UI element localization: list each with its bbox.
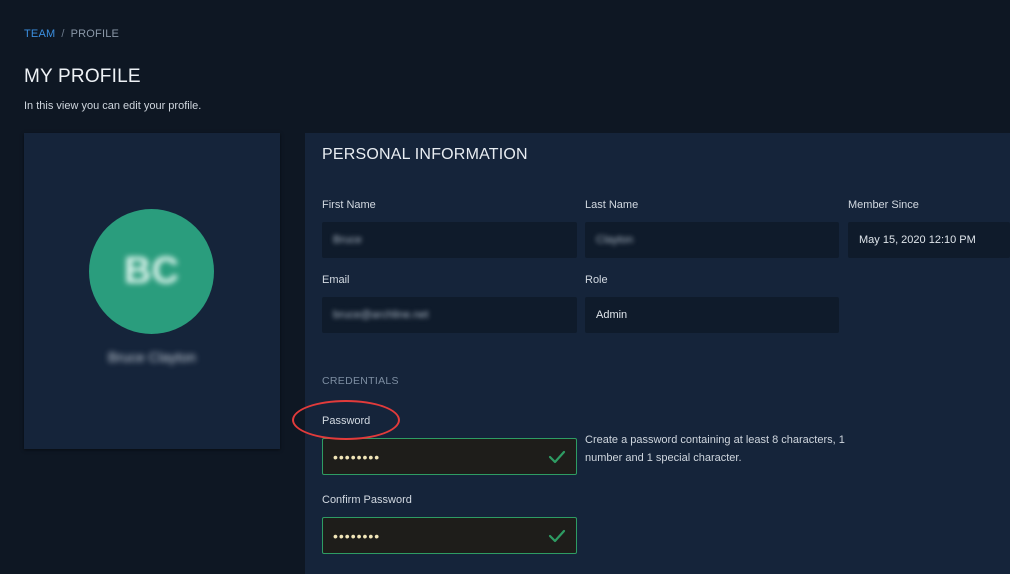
breadcrumb-separator: / xyxy=(61,28,65,40)
card-title: PERSONAL INFORMATION xyxy=(322,146,528,163)
last-name-value: Clayton xyxy=(596,234,634,246)
first-name-field[interactable]: Bruce xyxy=(322,222,577,258)
member-since-value: May 15, 2020 12:10 PM xyxy=(859,234,976,246)
role-value: Admin xyxy=(596,309,628,321)
avatar-initials: BC xyxy=(124,250,179,292)
check-icon xyxy=(548,450,566,463)
role-field[interactable]: Admin xyxy=(585,297,839,333)
page-subtitle: In this view you can edit your profile. xyxy=(24,100,202,112)
last-name-label: Last Name xyxy=(585,199,639,211)
role-label: Role xyxy=(585,274,608,286)
member-since-label: Member Since xyxy=(848,199,919,211)
credentials-section-title: CREDENTIALS xyxy=(322,375,399,387)
annotation-circle xyxy=(292,400,400,440)
personal-information-card: PERSONAL INFORMATION First Name Bruce La… xyxy=(305,133,1010,574)
confirm-password-value: •••••••• xyxy=(333,527,381,544)
password-hint: Create a password containing at least 8 … xyxy=(585,434,845,464)
first-name-label: First Name xyxy=(322,199,376,211)
confirm-password-input[interactable]: •••••••• xyxy=(322,517,577,554)
avatar-card: BC Bruce Clayton xyxy=(24,133,280,449)
avatar[interactable]: BC xyxy=(89,209,214,334)
breadcrumb-current: PROFILE xyxy=(70,28,120,40)
email-value: bruce@archline.net xyxy=(333,309,429,321)
member-since-field: May 15, 2020 12:10 PM xyxy=(848,222,1010,258)
breadcrumb-team-link[interactable]: TEAM xyxy=(24,28,55,40)
password-value: •••••••• xyxy=(333,448,381,465)
avatar-name: Bruce Clayton xyxy=(108,349,196,365)
page-title: MY PROFILE xyxy=(24,66,141,87)
first-name-value: Bruce xyxy=(333,234,362,246)
last-name-field[interactable]: Clayton xyxy=(585,222,839,258)
email-label: Email xyxy=(322,274,350,286)
breadcrumb: TEAM / PROFILE xyxy=(24,28,119,40)
check-icon xyxy=(548,529,566,542)
email-field[interactable]: bruce@archline.net xyxy=(322,297,577,333)
password-input[interactable]: •••••••• xyxy=(322,438,577,475)
confirm-password-label: Confirm Password xyxy=(322,494,412,506)
